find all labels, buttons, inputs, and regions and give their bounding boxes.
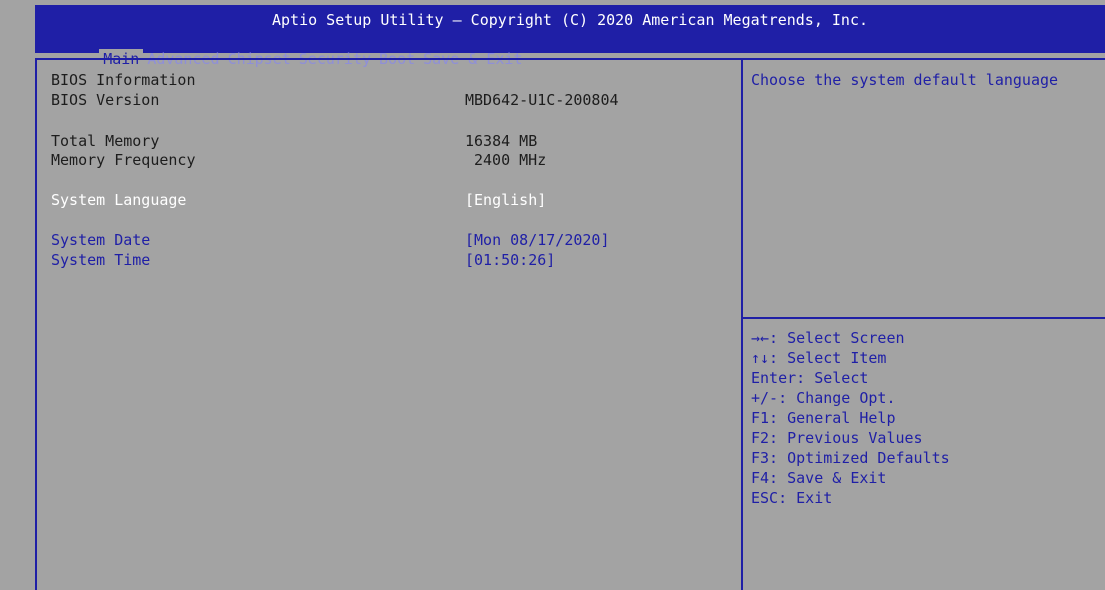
key-select-item: ↑↓: Select Item bbox=[751, 349, 887, 367]
key-escape-exit: ESC: Exit bbox=[751, 489, 833, 507]
help-description: Choose the system default language bbox=[751, 71, 1059, 89]
title-text: Aptio Setup Utility – Copyright (C) 2020… bbox=[271, 11, 869, 29]
memory-frequency-label: Memory Frequency bbox=[51, 151, 196, 169]
system-date-value[interactable]: [Mon 08/17/2020] bbox=[465, 230, 610, 250]
key-save-exit: F4: Save & Exit bbox=[751, 469, 887, 487]
total-memory-label: Total Memory bbox=[51, 132, 160, 150]
system-time-label[interactable]: System Time bbox=[51, 250, 150, 270]
system-language-label[interactable]: System Language bbox=[51, 190, 186, 210]
key-previous-values: F2: Previous Values bbox=[751, 429, 923, 447]
memory-frequency-row: Memory Frequency 2400 MHz bbox=[51, 150, 546, 170]
bios-screen: Aptio Setup Utility – Copyright (C) 2020… bbox=[0, 0, 1105, 590]
title-bar: Aptio Setup Utility – Copyright (C) 2020… bbox=[35, 5, 1105, 69]
help-panel: Choose the system default language →←: S… bbox=[741, 58, 1105, 590]
help-divider bbox=[743, 317, 1105, 319]
bios-information-label: BIOS Information bbox=[51, 71, 196, 89]
system-time-row[interactable]: System Time [01:50:26] bbox=[51, 250, 555, 270]
key-enter-select: Enter: Select bbox=[751, 369, 869, 387]
bios-information-heading: BIOS Information bbox=[51, 70, 196, 90]
main-settings-panel: BIOS Information BIOS Version MBD642-U1C… bbox=[35, 58, 741, 590]
system-time-value[interactable]: [01:50:26] bbox=[465, 250, 555, 270]
key-general-help: F1: General Help bbox=[751, 409, 896, 427]
total-memory-row: Total Memory 16384 MB bbox=[51, 131, 537, 151]
memory-frequency-value: 2400 MHz bbox=[474, 151, 547, 169]
key-change-option: +/-: Change Opt. bbox=[751, 389, 896, 407]
system-date-label[interactable]: System Date bbox=[51, 230, 150, 250]
bios-version-row: BIOS Version MBD642-U1C-200804 bbox=[51, 90, 619, 110]
key-optimized-defaults: F3: Optimized Defaults bbox=[751, 449, 950, 467]
system-language-value[interactable]: [English] bbox=[465, 190, 546, 210]
bios-version-value: MBD642-U1C-200804 bbox=[465, 91, 619, 109]
system-language-row[interactable]: System Language [English] bbox=[51, 190, 546, 210]
bios-version-label: BIOS Version bbox=[51, 91, 160, 109]
tab-bar: Main Advanced Chipset Security Boot Save & Ex… bbox=[45, 31, 527, 69]
key-select-screen: →←: Select Screen bbox=[751, 329, 905, 347]
system-date-row[interactable]: System Date [Mon 08/17/2020] bbox=[51, 230, 610, 250]
total-memory-value: 16384 MB bbox=[465, 132, 538, 150]
key-legend: →←: Select Screen ↑↓: Select Item Enter:… bbox=[751, 328, 950, 508]
